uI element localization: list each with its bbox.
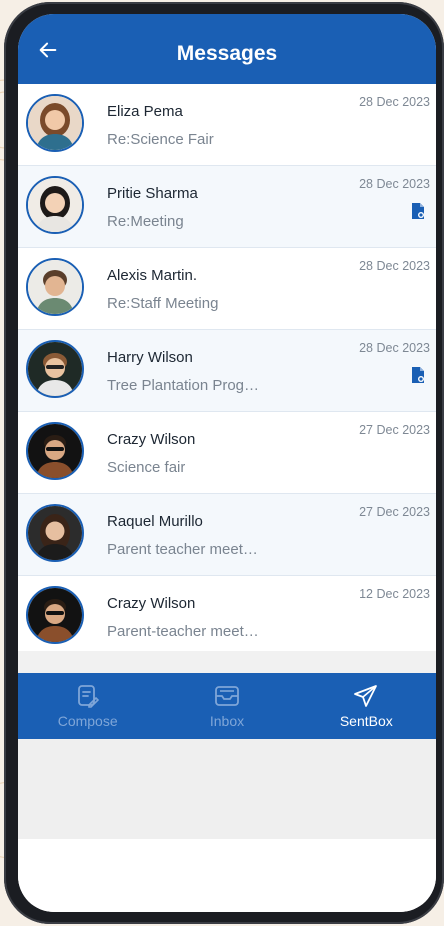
sender-name: Raquel Murillo [107,513,203,530]
avatar [26,586,84,644]
page-title: Messages [176,42,278,65]
avatar [26,504,84,562]
message-date: 28 Dec 2023 [359,259,430,273]
phone-frame: Messages Eliza Pema Re:Science Fair 28 D… [4,2,444,924]
tab-inbox-label: Inbox [209,713,245,729]
message-date: 28 Dec 2023 [359,177,430,191]
empty-area [18,739,436,839]
message-row[interactable]: Alexis Martin. Re:Staff Meeting 28 Dec 2… [18,248,436,330]
tab-sentbox-label: SentBox [339,713,393,729]
attachment-icon [412,203,424,219]
sender-name: Eliza Pema [107,103,183,120]
screen-bottom [18,839,436,912]
app-screen: Messages Eliza Pema Re:Science Fair 28 D… [18,14,436,912]
message-date: 28 Dec 2023 [359,341,430,355]
message-date: 27 Dec 2023 [359,423,430,437]
tab-inbox[interactable]: Inbox [157,673,296,739]
sender-name: Alexis Martin. [107,267,198,284]
message-subject: Parent-teacher meet… [107,623,259,640]
avatar [26,176,84,234]
sender-name: Pritie Sharma [107,185,198,202]
message-row[interactable]: Harry Wilson Tree Plantation Prog… 28 De… [18,330,436,412]
avatar [26,340,84,398]
sender-name: Crazy Wilson [107,431,196,448]
tab-compose-label: Compose [57,713,118,729]
message-date: 12 Dec 2023 [359,587,430,601]
message-row[interactable]: Crazy Wilson Science fair 27 Dec 2023 [18,412,436,494]
message-subject: Re:Science Fair [107,131,214,148]
message-subject: Re:Staff Meeting [107,295,219,312]
message-list: Eliza Pema Re:Science Fair 28 Dec 2023 P… [18,84,436,658]
message-subject: Re:Meeting [107,213,184,230]
message-subject: Science fair [107,459,186,476]
message-row[interactable]: Crazy Wilson Parent-teacher meet… 12 Dec… [18,576,436,658]
sender-name: Crazy Wilson [107,595,196,612]
bottom-tab-bar: Compose Inbox SentBox [18,673,436,739]
message-subject: Tree Plantation Prog… [107,377,260,394]
tab-sentbox[interactable]: SentBox [297,673,436,739]
attachment-icon [412,367,424,383]
message-subject: Parent teacher meet… [107,541,258,558]
list-spacer [18,651,436,673]
avatar [26,422,84,480]
inbox-icon [213,683,241,709]
tab-compose[interactable]: Compose [18,673,157,739]
message-date: 28 Dec 2023 [359,95,430,109]
message-row[interactable]: Pritie Sharma Re:Meeting 28 Dec 2023 [18,166,436,248]
compose-icon [77,683,99,709]
message-date: 27 Dec 2023 [359,505,430,519]
message-row[interactable]: Eliza Pema Re:Science Fair 28 Dec 2023 [18,84,436,166]
avatar [26,258,84,316]
send-icon [353,683,379,709]
app-header: Messages [18,14,436,84]
message-row[interactable]: Raquel Murillo Parent teacher meet… 27 D… [18,494,436,576]
sender-name: Harry Wilson [107,349,193,366]
avatar [26,94,84,152]
